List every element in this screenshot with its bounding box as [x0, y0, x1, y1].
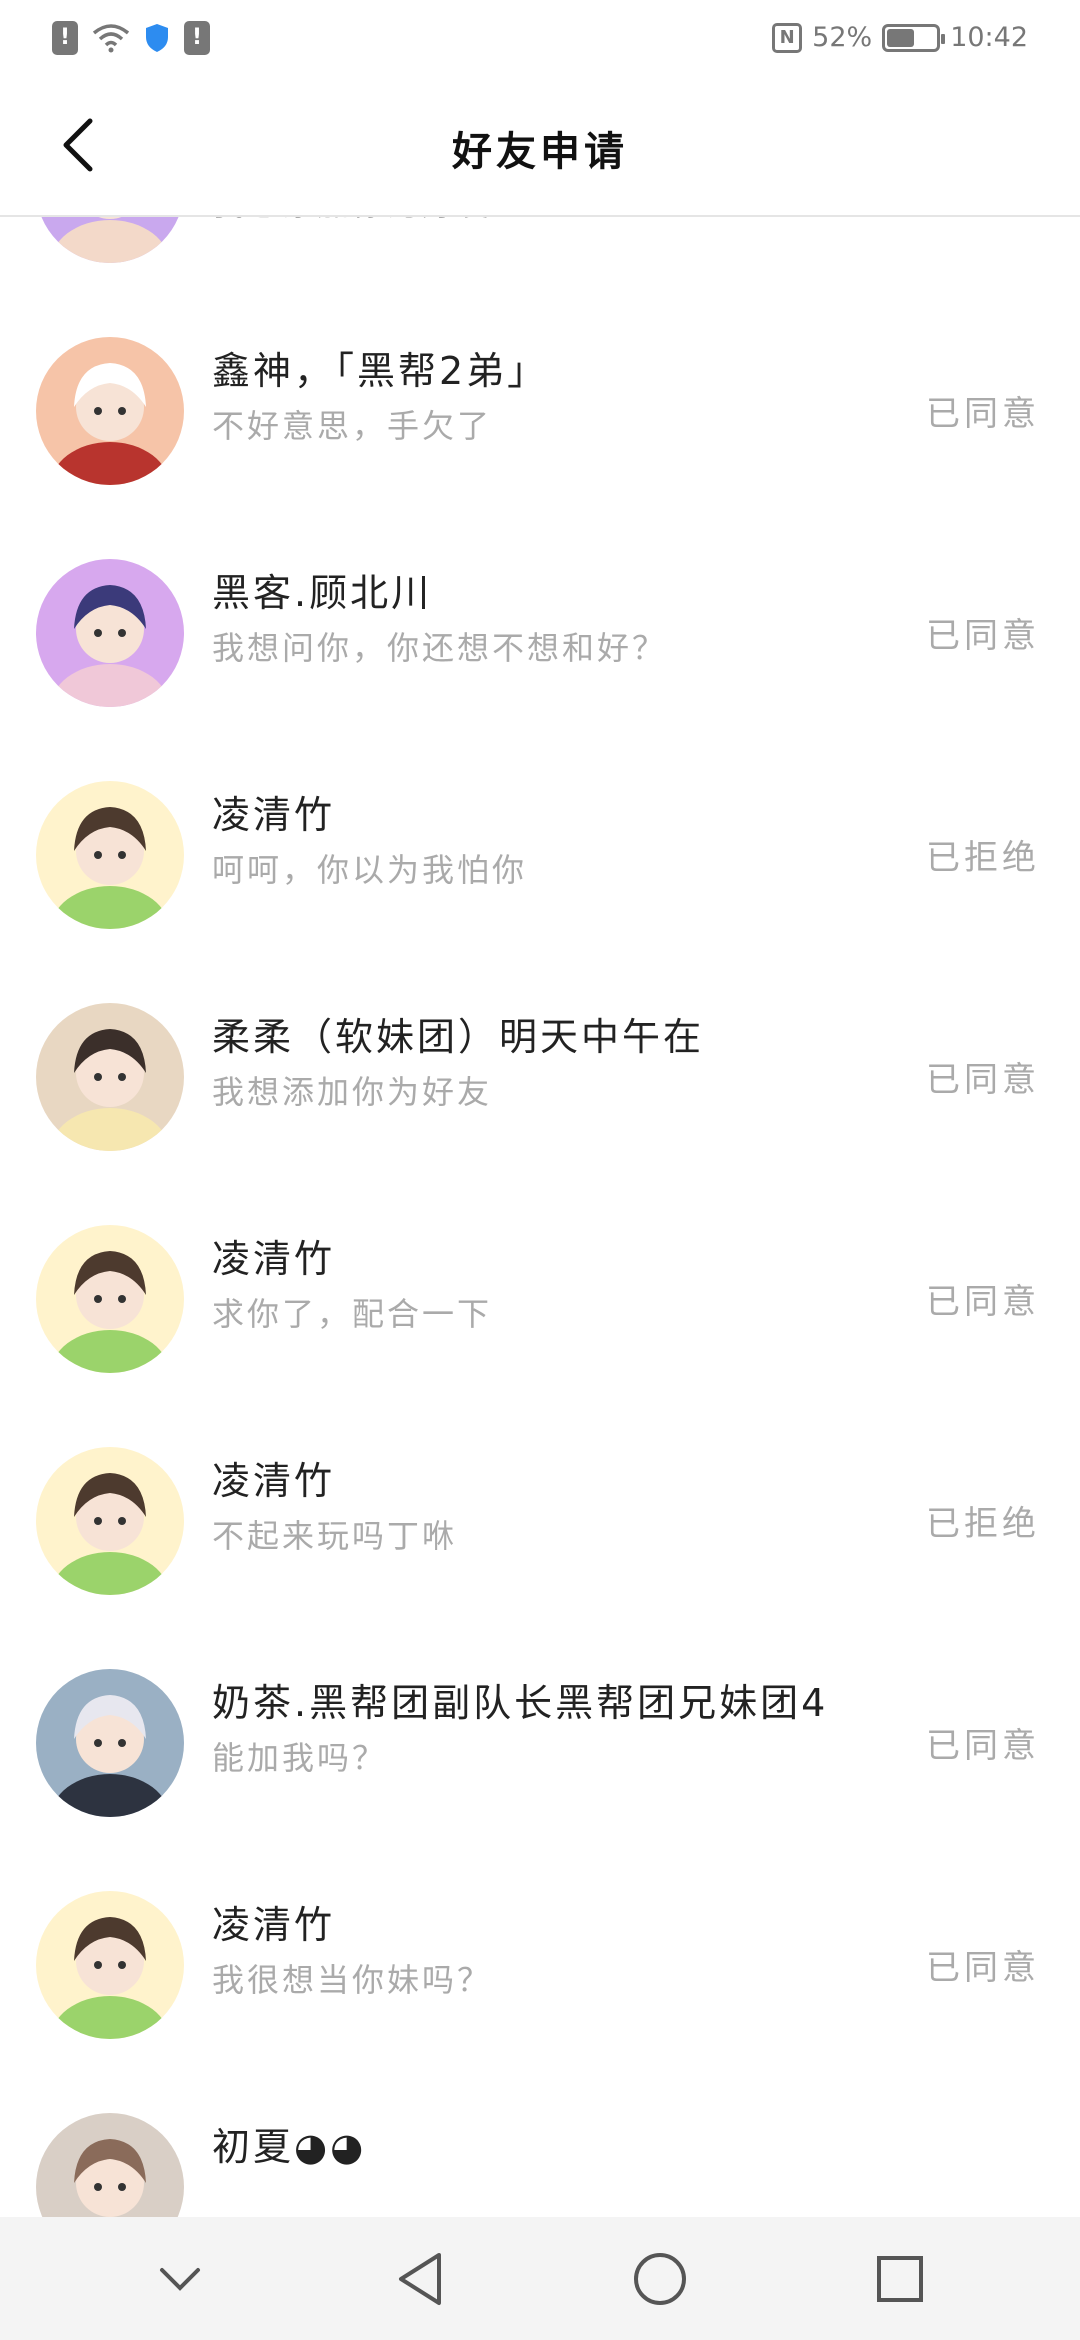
shield-icon [146, 23, 168, 52]
request-item[interactable]: 八花泳酊我想添加你为好友已同意 [0, 217, 1080, 298]
request-message: 不好意思，手欠了 [212, 407, 493, 445]
avatar[interactable] [36, 559, 184, 707]
request-item[interactable]: 凌清竹求你了，配合一下 已同意 [0, 1186, 1080, 1408]
requester-name: 凌清竹 [212, 1237, 336, 1281]
item-text: 凌清竹我很想当你妹吗？ [212, 1900, 880, 2002]
avatar[interactable] [36, 217, 184, 263]
requester-name: 柔柔（软妹团）明天中午在 [212, 1015, 705, 1059]
request-message: 不起来玩吗丁咻 [212, 1517, 458, 1555]
alert-icon: ! [184, 20, 210, 55]
back-triangle-icon [399, 2252, 441, 2305]
item-text: 黑客.顾北川我想问你，你还想不想和好？ [212, 568, 880, 670]
requester-name: 奶茶.黑帮团副队长黑帮团兄妹团4 [212, 1681, 829, 1725]
request-status: 已同意 [926, 1948, 1040, 1988]
request-status: 已同意 [926, 1726, 1040, 1766]
avatar[interactable] [36, 2113, 184, 2217]
request-message: 求你了，配合一下 [212, 1295, 493, 1333]
request-message: 我很想当你妹吗？ [212, 1961, 493, 1999]
request-status: 已拒绝 [926, 838, 1040, 878]
requester-name: 凌清竹 [212, 793, 336, 837]
battery-fill [887, 28, 915, 47]
system-nav-bar [0, 2217, 1080, 2340]
request-message [212, 2180, 880, 2217]
item-text: 鑫神，「黑帮2弟」不好意思，手欠了 [212, 346, 880, 448]
request-message: 能加我吗？ [212, 1739, 388, 1777]
avatar[interactable] [36, 781, 184, 929]
request-status: 已同意 [926, 616, 1040, 656]
request-list[interactable]: 八花泳酊我想添加你为好友已同意鑫神，「黑帮2弟」不好意思，手欠了已同意黑客.顾北… [0, 217, 1080, 2217]
recents-square-icon [877, 2255, 923, 2302]
request-message: 呵呵，你以为我怕你 [212, 851, 528, 889]
item-text: 凌清竹求你了，配合一下 [212, 1234, 880, 1336]
nfc-icon: N [772, 22, 803, 53]
avatar[interactable] [36, 1891, 184, 2039]
request-item[interactable]: 凌清竹我很想当你妹吗？ 已同意 [0, 1852, 1080, 2074]
nav-home-button[interactable] [615, 2234, 705, 2324]
avatar[interactable] [36, 337, 184, 485]
item-text: 凌清竹呵呵，你以为我怕你 [212, 790, 880, 892]
request-message: 我想问你，你还想不想和好？ [212, 629, 668, 667]
page-title: 好友申请 [452, 129, 628, 175]
status-bar: ! ! N 52% 10:42 [0, 0, 1080, 75]
chevron-down-icon [160, 2267, 200, 2291]
request-item[interactable]: 凌清竹不起来玩吗丁咻 已拒绝 [0, 1408, 1080, 1630]
requester-name: 凌清竹 [212, 1459, 336, 1503]
request-status: 已同意 [926, 1060, 1040, 1100]
item-text: 柔柔（软妹团）明天中午在我想添加你为好友 [212, 1012, 880, 1114]
avatar[interactable] [36, 1003, 184, 1151]
requester-name: 初夏◕◕ [212, 2125, 367, 2169]
status-left-icons: ! ! [52, 20, 210, 55]
battery-icon [882, 23, 946, 52]
request-list-inner: 八花泳酊我想添加你为好友已同意鑫神，「黑帮2弟」不好意思，手欠了已同意黑客.顾北… [0, 217, 1080, 2217]
battery-percent: 52% [812, 22, 873, 53]
requester-name: 鑫神，「黑帮2弟」 [212, 349, 549, 393]
requester-name: 黑客.顾北川 [212, 571, 433, 615]
avatar[interactable] [36, 1669, 184, 1817]
wifi-icon [92, 23, 130, 52]
item-text: 奶茶.黑帮团副队长黑帮团兄妹团4 能加我吗？ [212, 1678, 880, 1780]
item-text: 八花泳酊我想添加你为好友 [212, 217, 880, 226]
app-header: 好友申请 [0, 75, 1080, 217]
request-status: 已同意 [926, 1282, 1040, 1322]
request-item[interactable]: 鑫神，「黑帮2弟」不好意思，手欠了 已同意 [0, 298, 1080, 520]
item-text: 初夏◕◕ [212, 2122, 880, 2217]
hide-keyboard-button[interactable] [135, 2234, 225, 2324]
home-circle-icon [634, 2252, 686, 2305]
request-status: 已拒绝 [926, 1504, 1040, 1544]
avatar[interactable] [36, 1447, 184, 1595]
item-text: 凌清竹不起来玩吗丁咻 [212, 1456, 880, 1558]
request-item[interactable]: 黑客.顾北川我想问你，你还想不想和好？ 已同意 [0, 520, 1080, 742]
request-item[interactable]: 凌清竹呵呵，你以为我怕你 已拒绝 [0, 742, 1080, 964]
request-message: 我想添加你为好友 [212, 1073, 493, 1111]
request-item[interactable]: 柔柔（软妹团）明天中午在我想添加你为好友 已同意 [0, 964, 1080, 1186]
status-right: N 52% 10:42 [772, 22, 1028, 53]
avatar[interactable] [36, 1225, 184, 1373]
status-time: 10:42 [950, 22, 1028, 53]
request-item[interactable]: 初夏◕◕ [0, 2074, 1080, 2217]
alert-icon: ! [52, 20, 78, 55]
nav-recents-button[interactable] [855, 2234, 945, 2324]
request-message: 我想添加你为好友 [212, 217, 880, 226]
nav-back-button[interactable] [375, 2234, 465, 2324]
request-status: 已同意 [926, 394, 1040, 434]
request-item[interactable]: 奶茶.黑帮团副队长黑帮团兄妹团4 能加我吗？ 已同意 [0, 1630, 1080, 1852]
requester-name: 凌清竹 [212, 1903, 336, 1947]
